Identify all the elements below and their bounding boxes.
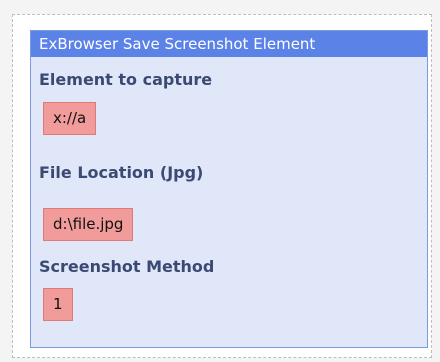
screenshot-method-label: Screenshot Method	[39, 257, 215, 276]
element-to-capture-label: Element to capture	[39, 70, 213, 89]
element-to-capture-field[interactable]: x://a	[43, 102, 97, 135]
activity-title: ExBrowser Save Screenshot Element	[31, 31, 427, 57]
file-location-field[interactable]: d:\file.jpg	[43, 208, 134, 241]
file-location-label: File Location (Jpg)	[39, 163, 204, 182]
screenshot-method-field[interactable]: 1	[43, 288, 73, 321]
save-screenshot-activity[interactable]: ExBrowser Save Screenshot Element Elemen…	[30, 30, 428, 348]
